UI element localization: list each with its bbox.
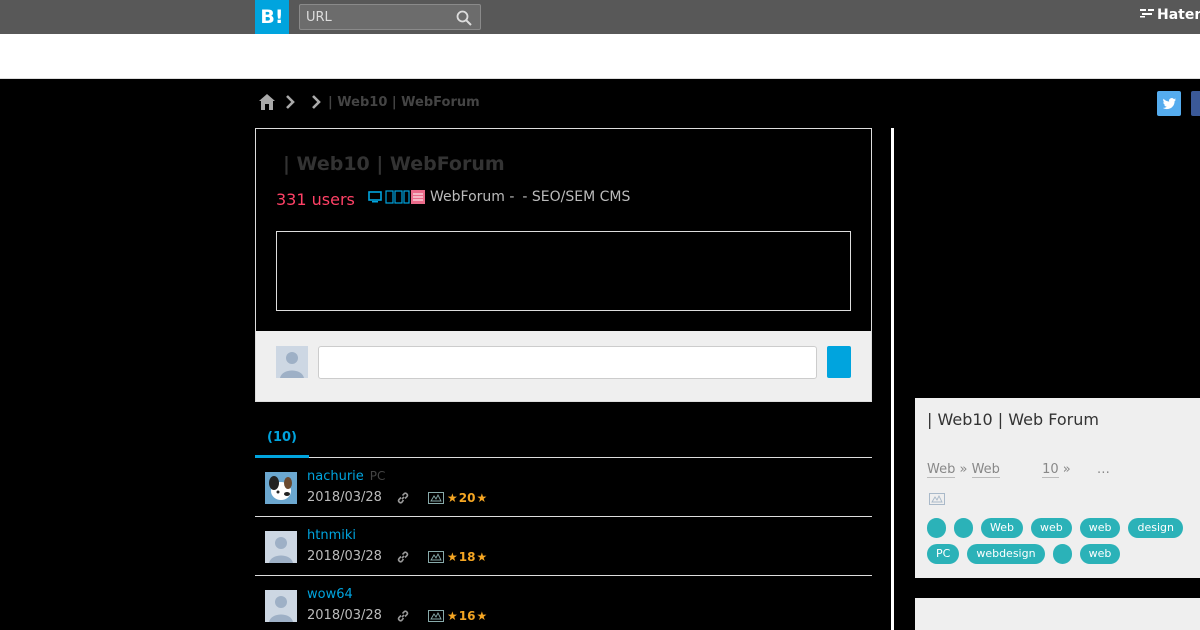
bookmark-row: htnmiki 2018/03/28 ★ 18 ★ (255, 517, 872, 576)
user-avatar-icon (276, 346, 308, 378)
link-icon[interactable] (396, 550, 410, 564)
top-bar: B! Hatena (0, 0, 1200, 34)
star-icon: ★ (476, 609, 488, 623)
bookmark-username[interactable]: nachurie (307, 469, 364, 484)
bookmark-date[interactable]: 2018/03/28 (307, 549, 382, 564)
bookmark-user[interactable]: htnmiki (307, 528, 362, 543)
add-star-icon[interactable] (428, 492, 444, 504)
hatena-mark-icon (1140, 9, 1154, 18)
bookmark-username[interactable]: wow64 (307, 587, 353, 602)
tab-comments[interactable]: (10) (255, 426, 309, 458)
category-link[interactable]: Web (927, 462, 956, 478)
star-icon: ★ (447, 609, 458, 623)
star-area: ★ 16 ★ (428, 609, 487, 623)
star-area: ★ 18 ★ (428, 550, 487, 564)
hatena-brand[interactable]: Hatena (1140, 7, 1200, 23)
tag[interactable] (954, 518, 973, 538)
facebook-share-button[interactable] (1191, 91, 1200, 116)
link-icon[interactable] (396, 491, 410, 505)
entry-card: | Web10 | WebForum 331 users WebForum - … (255, 128, 872, 402)
ad-banner (0, 34, 1200, 79)
add-star-icon[interactable] (428, 610, 444, 622)
search-box[interactable] (299, 4, 481, 30)
entry-meta: WebForum - - SEO/SEM CMS (368, 189, 630, 205)
star-icon: ★ (476, 491, 488, 505)
pc-icon (368, 191, 382, 203)
comment-bar (256, 331, 871, 401)
related-count[interactable]: 10 (1042, 462, 1059, 478)
related-entry-category: Web » Web 10 » … (927, 462, 1110, 478)
bookmark-tabs: (10) (255, 426, 872, 458)
add-star-icon[interactable] (428, 551, 444, 563)
hatena-bookmark-logo[interactable]: B! (255, 0, 289, 34)
comment-input[interactable] (318, 346, 817, 379)
search-icon[interactable] (456, 10, 472, 26)
submit-bookmark-button[interactable] (827, 346, 851, 378)
tag[interactable] (1052, 544, 1072, 564)
star-count[interactable]: 20 (459, 491, 476, 505)
link-icon[interactable] (396, 609, 410, 623)
tag[interactable]: web (1079, 518, 1121, 538)
bookmark-username[interactable]: htnmiki (307, 528, 356, 543)
column-divider (891, 128, 894, 630)
tag[interactable]: web (1030, 518, 1072, 538)
site-name[interactable]: WebForum - (430, 189, 514, 205)
star-area: ★ 20 ★ (428, 491, 487, 505)
subcategory-link[interactable]: Web (971, 462, 1000, 478)
category-separator: » (959, 462, 968, 477)
site-favicon-icon (385, 190, 425, 204)
related-entry-title[interactable]: | Web10 | Web Forum (927, 408, 1107, 432)
entry-summary (276, 231, 851, 311)
bookmark-device: PC (369, 469, 386, 483)
thumbnail-placeholder-icon (929, 493, 945, 505)
brand-text: Hatena (1157, 7, 1200, 23)
entry-title[interactable]: | Web10 | WebForum (283, 153, 505, 175)
breadcrumb: | Web10 | WebForum (258, 92, 480, 112)
user-avatar-icon[interactable] (265, 531, 297, 563)
tag[interactable]: webdesign (967, 544, 1045, 564)
star-count[interactable]: 16 (459, 609, 476, 623)
tag-list: Web web web design PC webdesign web (927, 518, 1200, 564)
related-entry-card-2 (915, 598, 1200, 630)
chevron-right-icon[interactable] (310, 95, 322, 109)
home-icon[interactable] (258, 93, 276, 111)
bookmark-user[interactable]: wow64 (307, 587, 359, 602)
bookmark-row: wow64 2018/03/28 ★ 16 ★ (255, 576, 872, 630)
twitter-icon (1162, 98, 1176, 110)
chevron-right-icon[interactable] (284, 95, 296, 109)
bookmark-users-count[interactable]: 331 users (276, 190, 355, 209)
related-entry-card: | Web10 | Web Forum Web » Web 10 » … Web… (915, 398, 1200, 578)
star-icon: ★ (447, 550, 458, 564)
tag[interactable]: Web (981, 518, 1023, 538)
user-avatar-icon[interactable] (265, 472, 297, 504)
bookmark-date[interactable]: 2018/03/28 (307, 608, 382, 623)
related-count-suffix: » (1062, 462, 1071, 477)
bookmark-row: nachurie PC 2018/03/28 ★ 20 ★ (255, 458, 872, 517)
tag[interactable]: web (1079, 544, 1121, 564)
bookmark-date[interactable]: 2018/03/28 (307, 490, 382, 505)
star-icon: ★ (476, 550, 488, 564)
bookmark-user[interactable]: nachurie PC (307, 469, 385, 484)
breadcrumb-title: | Web10 | WebForum (328, 94, 480, 110)
star-count[interactable]: 18 (459, 550, 476, 564)
star-icon: ★ (447, 491, 458, 505)
twitter-share-button[interactable] (1157, 91, 1181, 116)
search-input[interactable] (306, 8, 446, 26)
user-avatar-icon[interactable] (265, 590, 297, 622)
more-link[interactable]: … (1097, 462, 1110, 477)
tag[interactable] (927, 518, 946, 538)
tag[interactable]: PC (927, 544, 960, 564)
tag[interactable]: design (1128, 518, 1183, 538)
site-description: - SEO/SEM CMS (522, 189, 631, 205)
